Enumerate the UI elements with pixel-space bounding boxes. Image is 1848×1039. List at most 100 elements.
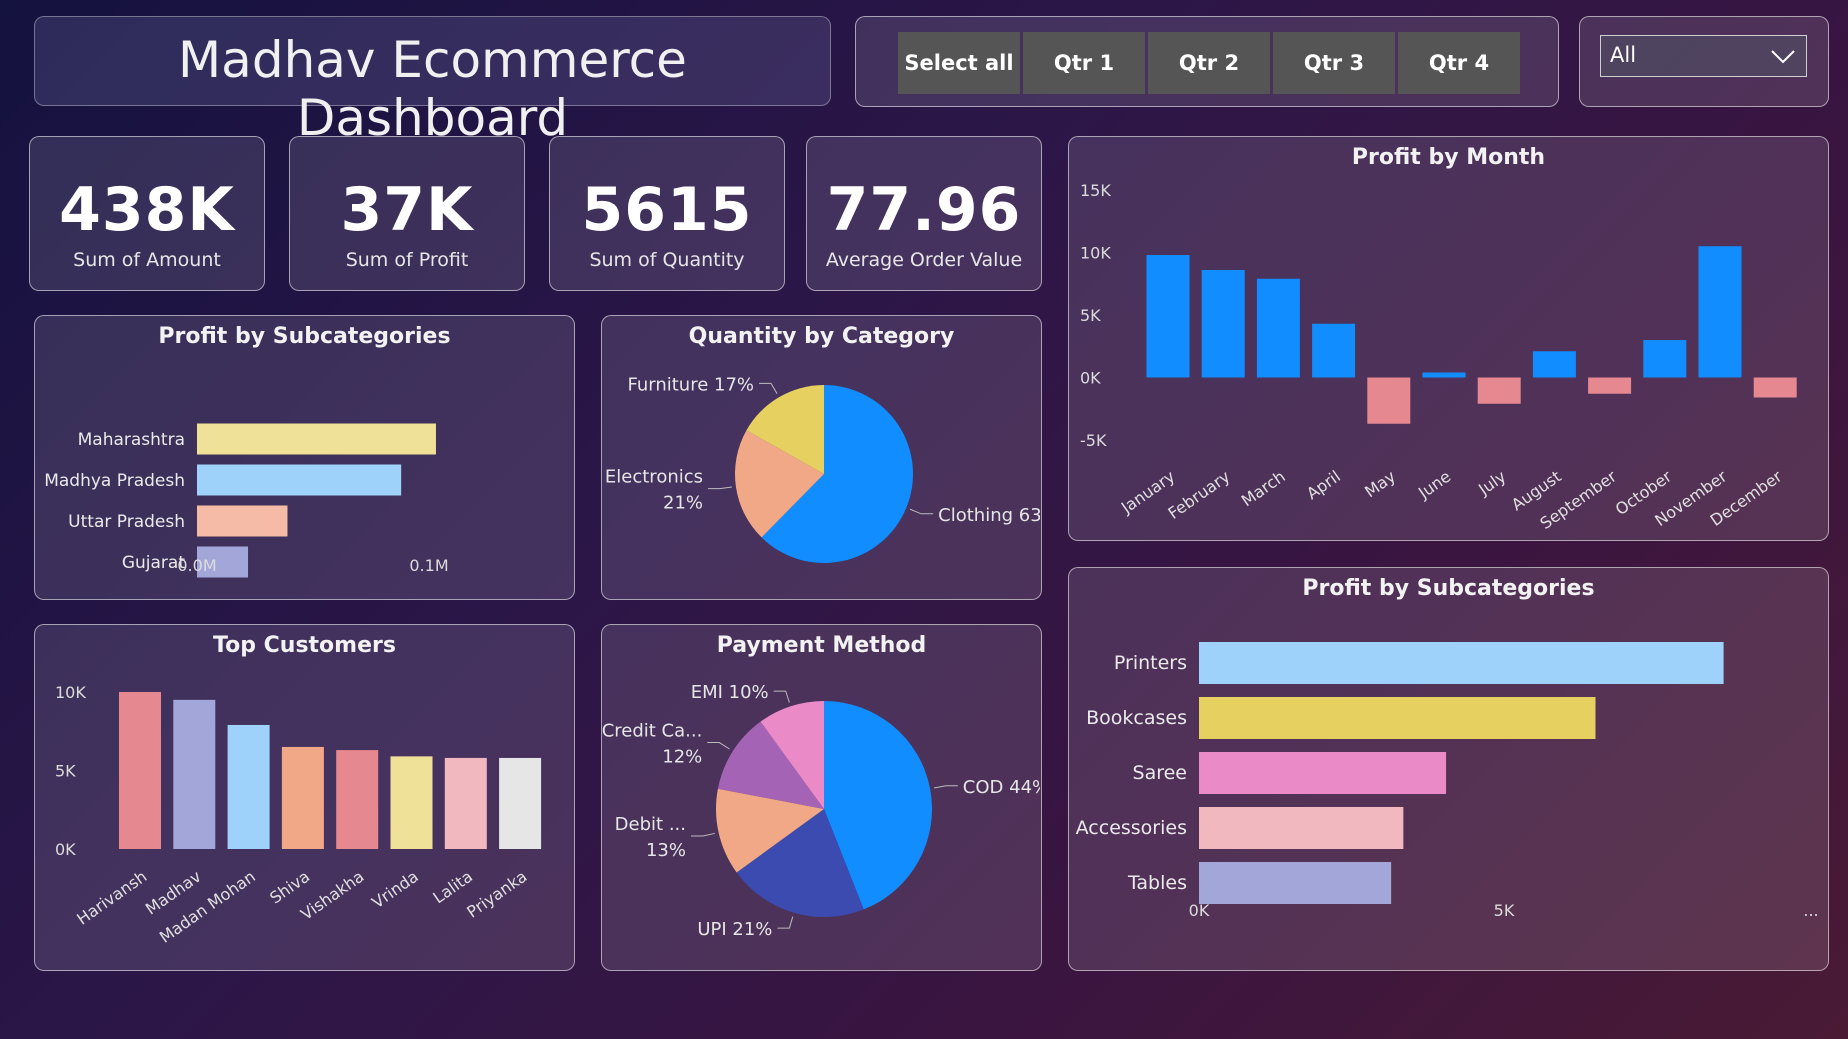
leader-line	[759, 382, 778, 394]
bar	[1753, 377, 1797, 398]
leader-line	[773, 690, 790, 703]
category-dropdown[interactable]: All	[1600, 35, 1807, 77]
bar	[1201, 270, 1245, 378]
chart-title: Top Customers	[213, 633, 396, 658]
kpi-value: 37K	[340, 175, 474, 245]
kpi-label: Sum of Quantity	[589, 249, 745, 271]
chart-title: Payment Method	[716, 633, 927, 658]
bar	[1256, 278, 1300, 378]
category-label: May	[1361, 467, 1399, 502]
state-profit-chart: Maharashtra Madhya Pradesh Uttar Pradesh Gu…	[44, 423, 449, 578]
page-title: Madhav Ecommerce Dashboard	[178, 31, 687, 147]
bar	[197, 505, 288, 537]
slice-label: Electronics	[605, 467, 703, 488]
tick-label: 15K	[1080, 181, 1111, 200]
bar	[1422, 372, 1466, 378]
category-label: Madhya Pradesh	[44, 471, 185, 491]
slice-label: Debit ...	[615, 814, 686, 835]
tick-label: 0K	[1080, 369, 1101, 388]
bar	[1199, 642, 1724, 684]
leader-line	[777, 916, 794, 929]
kpi-label: Average Order Value	[825, 249, 1023, 271]
category-label: Tables	[1127, 872, 1187, 894]
category-label: Printers	[1114, 652, 1187, 674]
tick-label: 0.1M	[409, 556, 448, 575]
category-label: Saree	[1133, 762, 1187, 784]
category-label: March	[1238, 467, 1289, 511]
profit-month-panel: Profit by Month 15K 10K 5K 0K -5K January Febr…	[1068, 136, 1829, 541]
bar	[1532, 351, 1576, 378]
state-profit-panel: Profit by Subcategories Maharashtra Madhy…	[34, 315, 575, 600]
quantity-category-panel: Quantity by Category Clothing 63% Electro…	[601, 315, 1042, 600]
tick-label: 0K	[55, 840, 76, 859]
category-label: Priyanka	[463, 867, 530, 922]
category-label: Madan Mohan	[156, 867, 259, 947]
category-label: April	[1303, 467, 1344, 504]
qtr4-button[interactable]: Qtr 4	[1398, 32, 1520, 94]
slice-label: Clothing 63%	[938, 505, 1040, 526]
category-label: Uttar Pradesh	[68, 512, 185, 532]
select-all-button[interactable]: Select all	[898, 32, 1020, 94]
qtr3-button[interactable]: Qtr 3	[1273, 32, 1395, 94]
dropdown-value: All	[1610, 43, 1637, 67]
category-label: Vrinda	[368, 867, 422, 912]
bar	[197, 423, 436, 455]
top-customers-chart: 10K5K0KHarivanshMadhavMadan Mohan ShivaVi…	[55, 683, 542, 947]
category-label: July	[1474, 467, 1509, 500]
bar	[119, 692, 161, 849]
leader-line	[909, 508, 934, 515]
chart-title: Quantity by Category	[688, 324, 955, 349]
kpi-value: 77.96	[826, 175, 1022, 245]
chart-title: Profit by Subcategories	[158, 324, 451, 349]
dropdown-panel: All	[1579, 16, 1829, 107]
more-label: ...	[1803, 901, 1818, 920]
kpi-value: 5615	[581, 175, 753, 245]
bar	[1146, 255, 1190, 378]
kpi-label: Sum of Profit	[345, 249, 469, 271]
leader-line	[690, 832, 715, 837]
dashboard-canvas: Madhav Ecommerce Dashboard Select all Qt…	[0, 0, 1848, 1039]
category-label: Harivansh	[73, 867, 150, 929]
bar	[1199, 697, 1596, 739]
top-customers-panel: Top Customers 10K 5K 0K Harivansh Madhav Mada…	[34, 624, 575, 971]
leader-line	[708, 486, 732, 490]
tick-label: 5K	[1494, 901, 1515, 920]
category-label: Bookcases	[1086, 707, 1187, 729]
kpi-value: 438K	[59, 175, 235, 245]
leader-line	[707, 742, 730, 750]
qtr1-button[interactable]: Qtr 1	[1023, 32, 1145, 94]
leader-line	[933, 785, 958, 789]
subcategory-profit-panel: Profit by Subcategories Printers Bookcase…	[1068, 567, 1829, 971]
kpi-card-quantity: 5615 Sum of Quantity	[549, 136, 785, 291]
chart-title: Profit by Month	[1351, 145, 1546, 170]
kpi-label: Sum of Amount	[73, 249, 221, 271]
bar	[1199, 807, 1404, 849]
bar	[1588, 377, 1632, 394]
profit-month-chart: 15K10K5K0K-5KJanuaryFebruary March April Ma…	[1080, 181, 1797, 533]
bar	[336, 750, 379, 849]
qtr2-button[interactable]: Qtr 2	[1148, 32, 1270, 94]
category-label: Accessories	[1076, 817, 1187, 839]
category-label: Gujarat	[122, 553, 185, 573]
slice-label: 21%	[663, 493, 703, 514]
bar	[1698, 246, 1742, 378]
tick-label: 5K	[55, 762, 76, 781]
category-label: Maharashtra	[78, 430, 185, 450]
quarter-slicer: Select all Qtr 1 Qtr 2 Qtr 3 Qtr 4	[855, 16, 1559, 107]
bar	[444, 757, 487, 849]
payment-method-chart: COD 44% UPI 21% Debit ... 13% Credit Ca... 12…	[602, 682, 1040, 940]
tick-label: 10K	[1080, 244, 1111, 263]
bar	[281, 746, 324, 849]
payment-method-panel: Payment Method COD 44% UPI 21% Debit ... 13…	[601, 624, 1042, 971]
slice-label: UPI 21%	[697, 919, 772, 940]
bar	[197, 464, 402, 496]
chevron-down-icon	[1771, 50, 1795, 64]
quantity-category-chart: Clothing 63% Electronics 21% Furniture 17%	[605, 374, 1040, 563]
tick-label: 10K	[55, 683, 86, 702]
tick-label: 0.0M	[177, 556, 216, 575]
kpi-card-amount: 438K Sum of Amount	[29, 136, 265, 291]
bar	[173, 699, 216, 849]
slice-label: 13%	[646, 840, 686, 861]
bar	[1367, 377, 1411, 424]
bar	[1643, 340, 1687, 378]
